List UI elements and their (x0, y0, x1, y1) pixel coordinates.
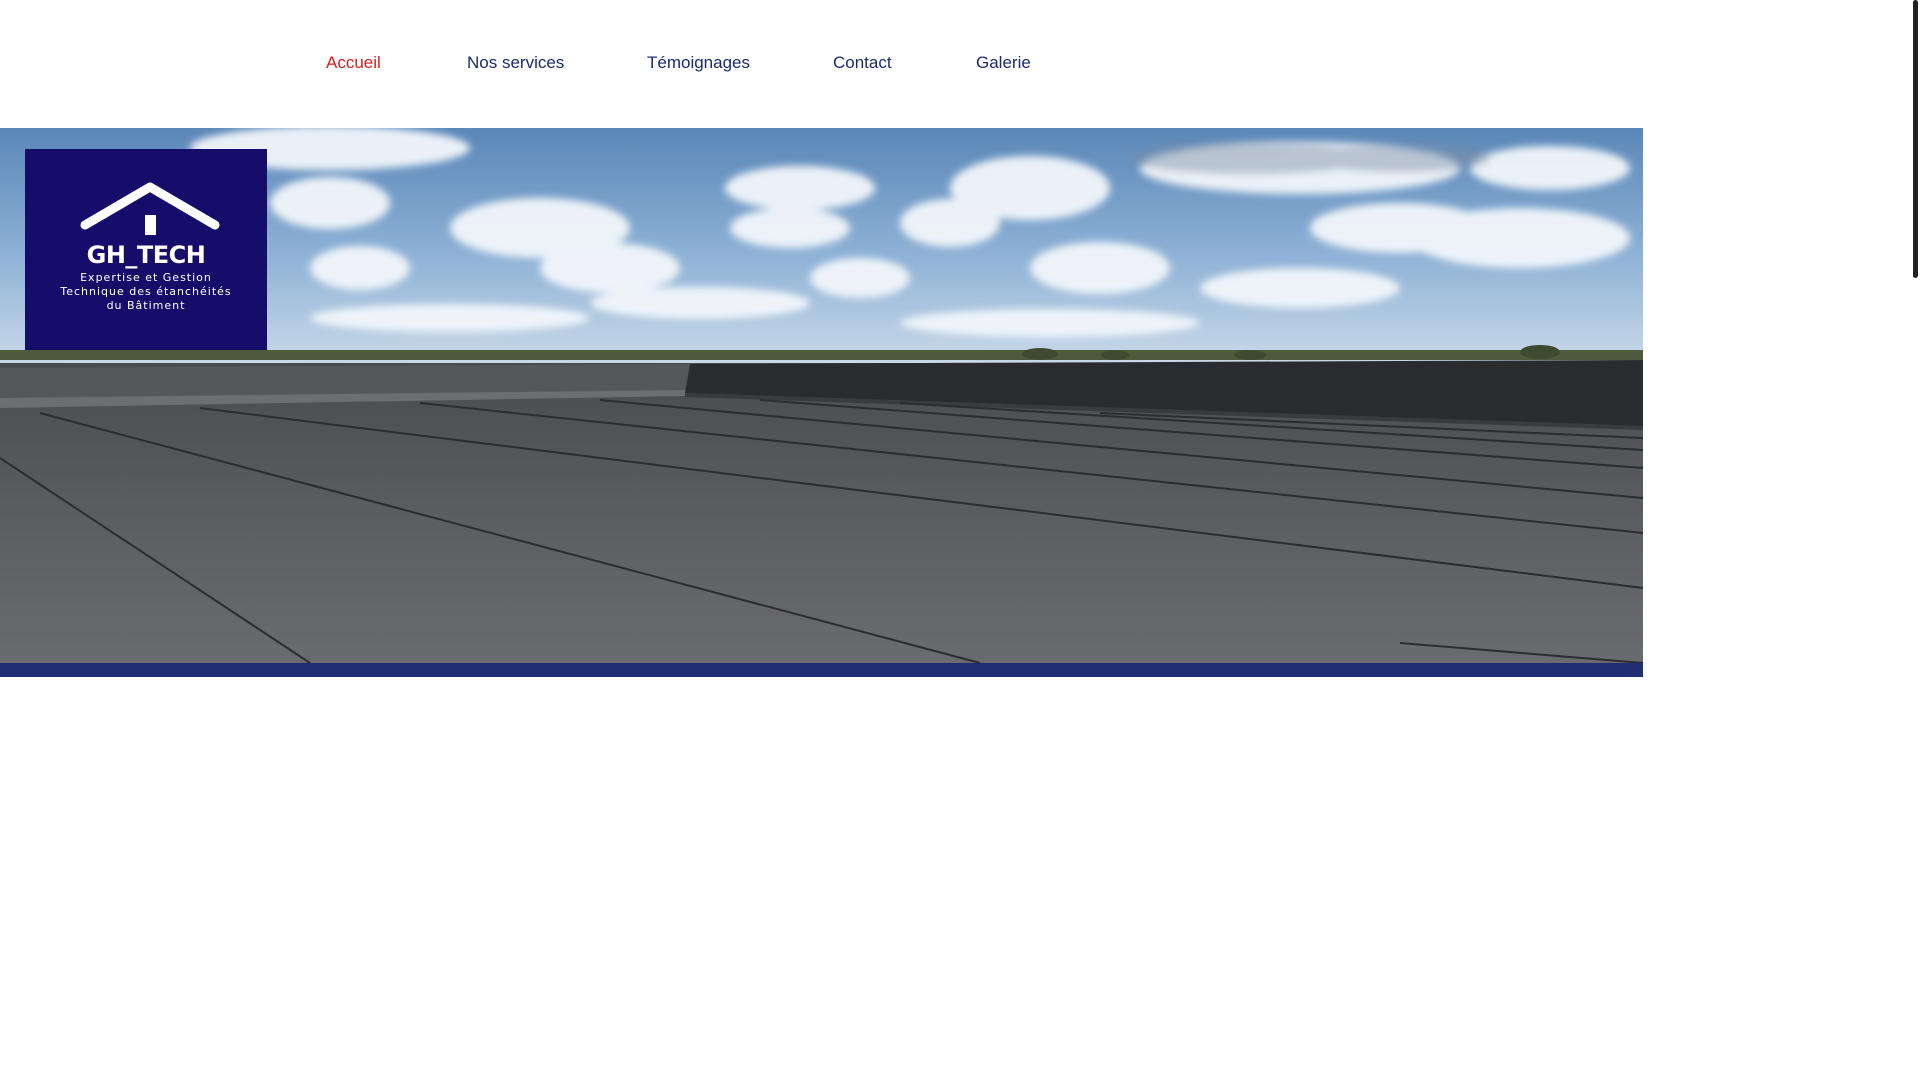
nav-link-nos-services[interactable]: Nos services (467, 53, 564, 73)
page-scrollbar[interactable] (1910, 0, 1920, 1080)
nav-link-accueil[interactable]: Accueil (326, 53, 381, 73)
logo-tagline-line-3: du Bâtiment (106, 299, 186, 312)
logo-tagline-line-2: Technique des étanchéités (60, 285, 232, 298)
scrollbar-thumb[interactable] (1913, 0, 1918, 278)
logo-name: GH_TECH (86, 241, 206, 269)
main-navigation: Accueil Nos services Témoignages Contact… (0, 0, 1640, 128)
logo-tagline-line-1: Expertise et Gestion (80, 271, 212, 284)
page: Accueil Nos services Témoignages Contact… (0, 0, 1920, 1080)
nav-link-temoignages[interactable]: Témoignages (647, 53, 750, 73)
gh-tech-logo[interactable]: GH_TECH Expertise et Gestion Technique d… (25, 149, 267, 350)
nav-link-contact[interactable]: Contact (833, 53, 892, 73)
nav-link-galerie[interactable]: Galerie (976, 53, 1031, 73)
hero-bottom-bar (0, 663, 1643, 677)
house-roof-icon (80, 182, 220, 235)
